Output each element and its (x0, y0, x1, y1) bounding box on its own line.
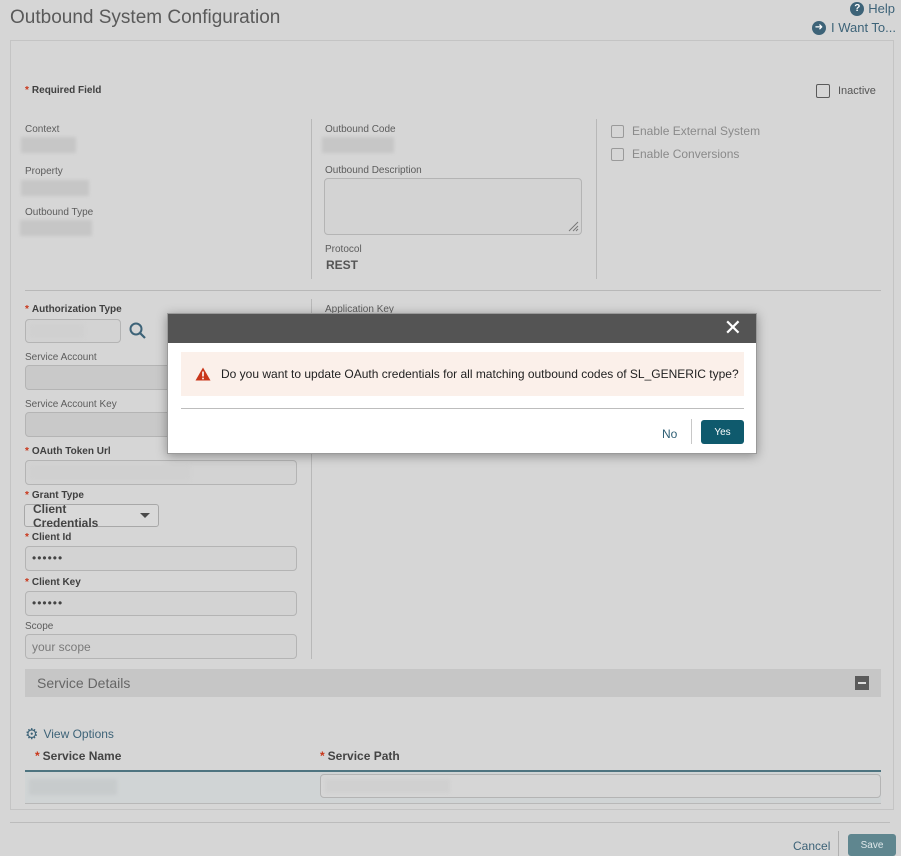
table-bottom-line (25, 803, 881, 804)
warning-icon (195, 367, 211, 381)
scope-input[interactable]: your scope (25, 634, 297, 659)
client-key-input[interactable]: •••••• (25, 591, 297, 616)
outbound-type-value (20, 220, 92, 236)
page-title: Outbound System Configuration (10, 7, 281, 28)
scope-placeholder: your scope (32, 640, 91, 654)
column-header-service-name[interactable]: * Service Name (35, 749, 121, 763)
required-note: * Required Field (25, 85, 102, 96)
enable-conversions-label: Enable Conversions (632, 147, 740, 161)
protocol-value: REST (326, 258, 359, 272)
client-id-input[interactable]: •••••• (25, 546, 297, 571)
resize-handle-icon[interactable] (567, 220, 579, 232)
inactive-checkbox[interactable] (816, 84, 830, 98)
help-icon: ? (850, 1, 865, 16)
help-link[interactable]: ? Help (850, 1, 895, 16)
search-icon[interactable] (129, 322, 147, 340)
client-id-label: * Client Id (25, 532, 72, 543)
grant-type-label: * Grant Type (25, 490, 84, 501)
outbound-code-label: Outbound Code (325, 124, 396, 135)
i-want-to-label: I Want To... (830, 20, 896, 35)
oauth-token-url-input[interactable] (25, 460, 297, 485)
dialog-button-separator (691, 419, 692, 444)
column-header-service-path[interactable]: * Service Path (320, 749, 400, 763)
footer-divider (10, 822, 890, 823)
protocol-label: Protocol (325, 244, 362, 255)
service-name-cell (29, 779, 117, 795)
property-label: Property (25, 166, 63, 177)
table-row[interactable] (25, 772, 881, 803)
save-button[interactable]: Save (848, 834, 896, 856)
divider (311, 119, 312, 279)
close-icon[interactable]: ✕ (724, 317, 742, 339)
oauth-token-url-label: * OAuth Token Url (25, 446, 111, 457)
service-account-label: Service Account (25, 352, 97, 363)
enable-external-system-toggle[interactable]: Enable External System (611, 124, 760, 138)
dialog-message: Do you want to update OAuth credentials … (221, 367, 739, 381)
view-options-label: View Options (43, 727, 114, 741)
enable-conversions-toggle[interactable]: Enable Conversions (611, 147, 739, 161)
dialog-header: ✕ (168, 314, 756, 343)
inactive-label: Inactive (838, 85, 876, 97)
service-details-header[interactable]: Service Details (25, 669, 881, 697)
authorization-type-label: * Authorization Type (25, 304, 122, 315)
outbound-description-input[interactable] (324, 178, 582, 235)
inactive-toggle[interactable]: Inactive (816, 84, 876, 98)
outbound-description-label: Outbound Description (325, 165, 422, 176)
outbound-type-label: Outbound Type (25, 207, 94, 218)
client-id-value: •••••• (32, 551, 64, 565)
context-value (21, 137, 76, 153)
service-account-key-label: Service Account Key (25, 399, 117, 410)
dialog-divider (181, 408, 744, 409)
enable-external-checkbox[interactable] (611, 124, 624, 138)
yes-button[interactable]: Yes (701, 420, 744, 444)
scope-label: Scope (25, 621, 54, 632)
client-key-value: •••••• (32, 596, 64, 610)
warning-message-box: Do you want to update OAuth credentials … (181, 352, 744, 396)
divider (596, 119, 597, 279)
chevron-down-icon (140, 513, 150, 518)
enable-conversions-checkbox[interactable] (611, 147, 624, 161)
no-button[interactable]: No (662, 427, 677, 441)
arrow-right-icon: ➜ (811, 20, 826, 35)
help-label: Help (868, 1, 895, 16)
collapse-icon[interactable] (855, 676, 869, 690)
view-options-link[interactable]: ⚙ View Options (25, 725, 114, 743)
client-key-label: * Client Key (25, 577, 81, 588)
service-path-input[interactable] (320, 774, 881, 798)
footer-separator (838, 831, 839, 856)
service-details-title: Service Details (37, 675, 131, 691)
section-divider (25, 290, 881, 291)
cancel-button[interactable]: Cancel (793, 839, 830, 853)
property-value (21, 180, 89, 196)
context-label: Context (25, 124, 60, 135)
authorization-type-input[interactable] (25, 319, 121, 343)
enable-external-label: Enable External System (632, 124, 761, 138)
confirmation-dialog: ✕ Do you want to update OAuth credential… (167, 313, 757, 454)
outbound-code-value (322, 137, 394, 153)
gear-icon: ⚙ (25, 726, 39, 743)
grant-type-select[interactable]: Client Credentials (24, 501, 159, 530)
grant-type-value: Client Credentials (33, 501, 99, 530)
i-want-to-link[interactable]: ➜ I Want To... (811, 20, 896, 35)
